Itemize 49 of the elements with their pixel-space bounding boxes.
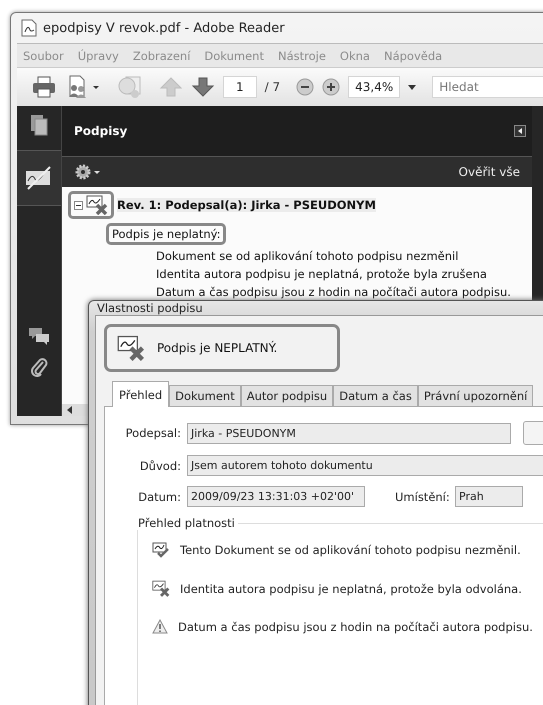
text-field[interactable]: Jsem autorem tohoto dokumentu [187, 455, 543, 476]
pdf-file-icon [21, 19, 37, 37]
scroll-left-arrow-icon[interactable] [66, 406, 74, 414]
field-label: Datum: [137, 490, 181, 504]
paperclip-icon[interactable] [30, 356, 48, 378]
text-field[interactable]: 2009/09/23 13:31:03 +02'00' [187, 486, 365, 507]
signature-check-icon [152, 542, 170, 558]
tab[interactable]: Autor podpisu [240, 385, 334, 406]
dropdown-caret-icon[interactable] [408, 84, 416, 90]
field-label: Umístění: [395, 490, 449, 504]
field-label: Podepsal: [124, 426, 181, 440]
signatures-tab[interactable] [17, 150, 61, 206]
pages-icon[interactable] [29, 114, 49, 136]
verify-all-button[interactable]: Ověřit vše [458, 165, 520, 179]
text-field[interactable]: Prah [455, 486, 523, 507]
validity-message: Identita autora podpisu je neplatná, protože byla odvolána. [180, 582, 522, 596]
status-text: Podpis je NEPLATNÝ. [157, 341, 278, 355]
tree-item-label[interactable]: Identita autora podpisu je neplatná, protože byla zrušena [156, 267, 487, 281]
page-number-field[interactable]: 1 [223, 76, 257, 98]
search-field[interactable]: Hledat [432, 76, 543, 98]
validity-message: Datum a čas podpisu jsou z hodin na počítači autora podpisu. [178, 620, 533, 634]
tree-item-label[interactable]: Podpis je neplatný: [106, 223, 226, 245]
panel-title: Podpisy [74, 124, 128, 138]
page-count: / 7 [264, 80, 280, 94]
down-arrow-icon[interactable] [191, 75, 215, 99]
printer-icon[interactable] [31, 74, 57, 100]
group-title: Přehled platnosti [135, 516, 238, 530]
tab[interactable]: Právní upozornění [418, 385, 534, 406]
tree-item-label[interactable]: Datum a čas podpisu jsou z hodin na počítači autora podpisu. [156, 285, 511, 299]
field-label: Důvod: [138, 458, 181, 472]
tab[interactable]: Datum a čas [333, 385, 418, 406]
invalid-signature-icon [86, 195, 108, 215]
tree-item-label[interactable]: Dokument se od aplikování tohoto podpisu nezměnil [156, 249, 458, 263]
warning-icon [152, 619, 168, 634]
window-title: epodpisy V revok.pdf - Adobe Reader [43, 20, 285, 36]
invalid-signature-icon [117, 335, 145, 361]
invalid-signature-icon [152, 580, 170, 597]
gear-dropdown-icon[interactable] [74, 163, 102, 181]
speech-bubbles-icon[interactable] [27, 326, 51, 346]
dialog-title: Vlastnosti podpisu [96, 301, 204, 315]
validity-message: Tento Dokument se od aplikování tohoto podpisu nezměnil. [180, 543, 521, 557]
collapse-toggle[interactable] [74, 200, 83, 210]
tab[interactable]: Dokument [169, 385, 241, 406]
zoom-in-icon[interactable] [322, 78, 340, 96]
tree-item-label[interactable]: Rev. 1: Podepsal(a): Jirka - PSEUDONYM [117, 198, 376, 212]
tab[interactable]: Přehled [112, 381, 170, 407]
zoom-field[interactable]: 43,4% [348, 76, 400, 98]
text-field[interactable]: Jirka - PSEUDONYM [187, 422, 511, 444]
zoom-out-icon[interactable] [296, 78, 314, 96]
